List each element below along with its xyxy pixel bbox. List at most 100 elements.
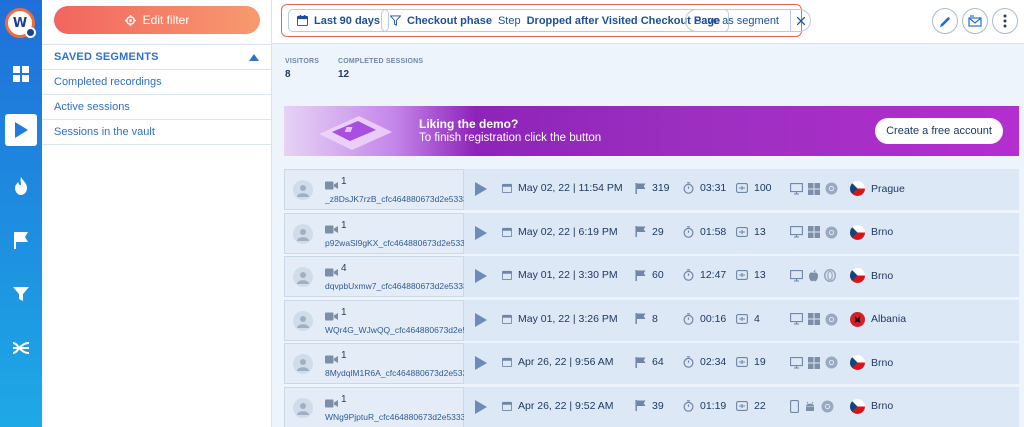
duration-cell: 12:47 [683,269,726,281]
windows-icon [808,226,820,238]
chrome-icon [825,182,838,195]
session-location: Brno [871,226,894,238]
android-icon [804,400,816,412]
session-date: May 02, 22 | 11:54 PM [518,182,623,194]
clicks-icon [736,400,748,411]
session-row[interactable]: 1 8MydqlM1R6A_cfc464880673d2e5333 Apr 26… [284,343,1019,384]
stopwatch-icon [683,399,694,412]
session-id[interactable]: _z8DsJK7rzB_cfc464880673d2e5333 [325,194,464,204]
segment-completed-recordings[interactable]: Completed recordings [42,70,271,95]
session-row[interactable]: 1 p92waSl9gKX_cfc464880673d2e5333 May 02… [284,212,1019,254]
session-visitor-cell[interactable]: 1 _z8DsJK7rzB_cfc464880673d2e5333 [284,169,464,210]
windows-icon [808,356,820,369]
create-account-button[interactable]: Create a free account [875,118,1003,144]
stopwatch-icon [683,312,694,325]
session-visitor-cell[interactable]: 1 8MydqlM1R6A_cfc464880673d2e5333 [284,343,464,384]
session-row[interactable]: 4 dqvpbUxmw7_cfc464880673d2e5333 May 01,… [284,256,1019,297]
session-row[interactable]: 1 _z8DsJK7rzB_cfc464880673d2e5333 May 02… [284,169,1019,210]
session-visitor-cell[interactable]: 1 WQr4G_WJwQQ_cfc464880673d2e5333 [284,299,464,341]
calendar-icon [502,183,512,193]
session-duration: 03:31 [700,182,727,194]
checkout-step-filter[interactable]: Checkout phase Step Dropped after Visite… [381,9,730,32]
journey-icon[interactable] [5,332,37,364]
video-camera-icon [325,177,338,195]
flag-icon [635,182,646,194]
play-recording-icon[interactable] [475,312,487,332]
share-email-button[interactable] [962,8,988,34]
session-id[interactable]: 8MydqlM1R6A_cfc464880673d2e5333 [325,368,464,378]
session-row[interactable]: 1 WNg9PjptuR_cfc464880673d2e5333 Apr 26,… [284,386,1019,427]
banner-subtitle: To finish registration click the button [419,132,602,144]
session-row[interactable]: 1 WQr4G_WJwQQ_cfc464880673d2e5333 May 01… [284,299,1019,341]
play-recording-icon[interactable] [475,269,487,288]
environment-cell [790,269,836,282]
visitor-avatar-icon [293,180,313,200]
clicks-icon [736,313,748,324]
desktop-icon [790,313,803,325]
play-recording-icon[interactable] [475,225,487,245]
duration-cell: 01:19 [683,400,726,412]
apple-icon [808,269,819,282]
session-id[interactable]: dqvpbUxmw7_cfc464880673d2e5333 [325,281,464,291]
click-count: 22 [754,399,766,412]
funnel-icon[interactable] [5,278,37,310]
page-count: 64 [652,356,664,368]
flag-icon [635,400,646,411]
session-location: Brno [871,269,894,282]
session-visitor-cell[interactable]: 4 dqvpbUxmw7_cfc464880673d2e5333 [284,256,464,297]
save-as-segment-button[interactable]: Save as segment [685,9,811,32]
session-visitor-cell[interactable]: 1 p92waSl9gKX_cfc464880673d2e5333 [284,212,464,254]
session-date: Apr 26, 22 | 9:52 AM [518,399,614,412]
collapse-up-icon[interactable] [249,53,259,61]
app-logo[interactable]: W [5,8,36,38]
click-count: 100 [754,182,772,194]
session-date-cell: May 01, 22 | 3:30 PM [502,269,618,281]
goals-flag-icon[interactable] [5,224,37,256]
heatmap-flame-icon[interactable] [5,170,37,202]
video-camera-icon [325,264,338,282]
pages-cell: 39 [635,400,664,412]
desktop-icon [790,182,803,195]
segment-active-sessions[interactable]: Active sessions [42,95,271,120]
location-cell: Brno [850,268,893,283]
recordings-play-icon[interactable] [5,114,37,146]
session-date: May 02, 22 | 6:19 PM [518,225,618,238]
session-date-cell: May 02, 22 | 11:54 PM [502,182,623,194]
dashboard-icon[interactable] [5,58,37,90]
click-count: 4 [754,312,760,325]
mobile-icon [790,399,799,413]
visitors-label: VISITORS [285,58,320,65]
clicks-icon [736,226,748,237]
session-duration: 01:19 [700,399,727,412]
edit-filter-button[interactable]: Edit filter [54,6,260,34]
czech-flag-icon [850,398,865,414]
more-options-button[interactable] [992,8,1018,34]
session-id[interactable]: WQr4G_WJwQQ_cfc464880673d2e5333 [325,325,464,335]
play-recording-icon[interactable] [475,356,487,375]
visitor-avatar-icon [293,267,313,287]
stopwatch-icon [683,269,694,281]
recording-count: 1 [341,176,347,187]
play-recording-icon[interactable] [475,399,487,419]
gear-icon [124,14,136,26]
environment-cell [790,399,834,413]
funnel-icon [390,15,401,26]
saved-segments-header[interactable]: SAVED SEGMENTS [42,44,271,70]
play-recording-icon[interactable] [475,182,487,201]
session-id[interactable]: p92waSl9gKX_cfc464880673d2e5333 [325,238,464,248]
edit-pencil-button[interactable] [932,8,958,34]
session-visitor-cell[interactable]: 1 WNg9PjptuR_cfc464880673d2e5333 [284,386,464,427]
more-vertical-icon [1003,14,1007,28]
date-range-filter[interactable]: Last 90 days [288,9,390,32]
close-icon[interactable] [790,10,810,31]
czech-flag-icon [850,224,865,240]
video-camera-icon [325,221,338,239]
session-details: May 02, 22 | 6:19 PM 29 01:58 13 Brno [464,212,1019,254]
edit-filter-label: Edit filter [142,13,190,27]
segment-sessions-vault[interactable]: Sessions in the vault [42,120,271,145]
pages-cell: 64 [635,356,664,368]
session-id[interactable]: WNg9PjptuR_cfc464880673d2e5333 [325,412,464,422]
session-location: Brno [871,356,894,369]
duration-cell: 03:31 [683,182,726,194]
stopwatch-icon [683,356,694,368]
